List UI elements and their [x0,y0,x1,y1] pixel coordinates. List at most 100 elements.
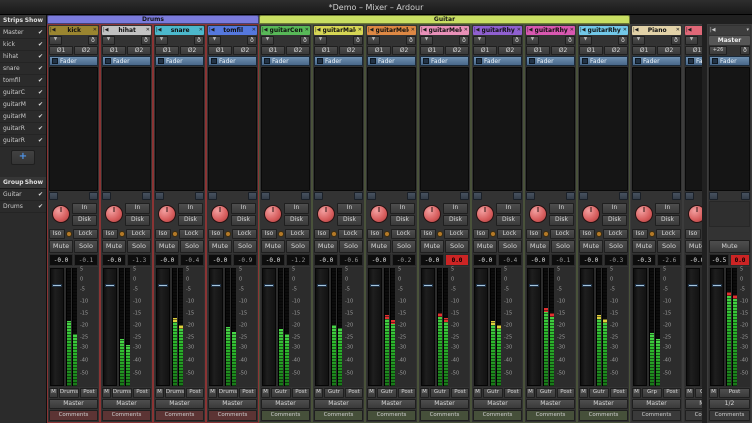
gain-display[interactable]: -0.0 [420,254,444,266]
group-button[interactable]: Drums [59,388,79,398]
input-dropdown[interactable]: ▼ [367,36,380,45]
right-tiny-button[interactable] [460,192,469,200]
gain-fader[interactable] [710,268,724,386]
disk-button[interactable]: Disk [390,215,415,226]
metering-button[interactable]: M [155,388,164,398]
solo-lock-button[interactable]: Lock [550,229,575,239]
group-button[interactable]: Gutr [271,388,291,398]
comments-button[interactable]: Comments [208,410,257,421]
solo-iso-button[interactable]: Iso [208,229,224,239]
gain-display[interactable]: -0.0 [102,254,126,266]
monitor-icon[interactable]: |◀ [526,28,534,33]
right-tiny-button[interactable] [142,192,151,200]
gain-fader[interactable] [103,268,117,386]
pan-knob[interactable] [105,205,123,223]
input-button[interactable]: In [284,203,309,214]
sidebar-strip-row[interactable]: guitarR ✔ [0,123,46,135]
right-tiny-button[interactable] [513,192,522,200]
output-button[interactable]: Master [208,399,257,409]
strip-name-bar[interactable]: |◀ guitarMelody ✕ [367,26,416,35]
show-checkbox[interactable]: ✔ [38,101,43,108]
processor-led[interactable] [635,58,641,64]
gain-display[interactable]: -0.0 [208,254,232,266]
metering-button[interactable]: M [632,388,641,398]
group-button[interactable]: Drums [165,388,185,398]
sidebar-strip-row[interactable]: guitarC ✔ [0,87,46,99]
gain-fader[interactable] [368,268,382,386]
disk-button[interactable]: Disk [178,215,203,226]
phase-invert-2-button[interactable]: Ø2 [339,46,363,55]
fader-handle[interactable] [317,284,327,287]
left-tiny-button[interactable] [261,192,270,200]
fader-processor-button[interactable]: Fader [155,56,204,66]
show-checkbox[interactable]: ✔ [38,77,43,84]
pan-knob[interactable] [476,205,494,223]
solo-iso-button[interactable]: Iso [579,229,595,239]
right-tiny-button[interactable] [89,192,98,200]
fader-handle[interactable] [158,284,168,287]
strip-name[interactable]: guitarMelody 2 [429,27,462,34]
left-tiny-button[interactable] [526,192,535,200]
strip-name[interactable]: hihat [111,27,144,34]
left-tiny-button[interactable] [208,192,217,200]
show-checkbox[interactable]: ✔ [38,137,43,144]
phase-invert-1-button[interactable]: Ø1 [102,46,126,55]
disk-button[interactable]: Disk [284,215,309,226]
left-tiny-button[interactable] [579,192,588,200]
mute-button[interactable]: Mute [526,240,550,253]
strip-name-bar[interactable]: |◀ tomfil ✕ [208,26,257,35]
mute-button[interactable]: Mute [155,240,179,253]
phase-invert-1-button[interactable]: Ø1 [420,46,444,55]
master-name[interactable]: Master [709,37,750,44]
metering-button[interactable]: M [102,388,111,398]
metering-button[interactable]: M [420,388,429,398]
output-button[interactable]: Master [420,399,469,409]
solo-iso-button[interactable]: Iso [155,229,171,239]
fader-processor-button[interactable]: Fader [49,56,98,66]
solo-button[interactable]: Solo [127,240,151,253]
solo-button[interactable]: Solo [498,240,522,253]
pin-management-button[interactable]: ð [247,36,257,45]
show-checkbox[interactable]: ✔ [38,53,43,60]
solo-lock-button[interactable]: Lock [73,229,98,239]
fader-handle[interactable] [105,284,115,287]
group-button[interactable]: Gutr [324,388,344,398]
meter-point-button[interactable]: Post [557,388,575,398]
meter-point-button[interactable]: Post [610,388,628,398]
gain-display[interactable]: -0.3 [632,254,656,266]
mute-button[interactable]: Mute [314,240,338,253]
meter-point-button[interactable]: Post [663,388,681,398]
fader-processor-button[interactable]: Fader [367,56,416,66]
monitor-icon[interactable]: |◀ [261,28,269,33]
output-button[interactable]: Master [102,399,151,409]
phase-invert-2-button[interactable]: Ø2 [604,46,628,55]
peak-display[interactable]: -0.6 [339,254,363,266]
pin-management-button[interactable]: ð [88,36,98,45]
left-tiny-button[interactable] [632,192,641,200]
group-button[interactable]: Gutr [430,388,450,398]
left-tiny-button[interactable] [49,192,58,200]
left-tiny-button[interactable] [155,192,164,200]
disk-button[interactable]: Disk [549,215,574,226]
gain-fader[interactable] [527,268,541,386]
solo-iso-button[interactable]: Iso [49,229,65,239]
monitor-icon[interactable]: |◀ [420,28,428,33]
gain-fader[interactable] [315,268,329,386]
output-button[interactable]: Master [155,399,204,409]
output-button[interactable]: Master [579,399,628,409]
gain-fader[interactable] [50,268,64,386]
comments-button[interactable]: Comments [261,410,310,421]
peak-display[interactable]: -1.3 [127,254,151,266]
gain-display[interactable]: -0.0 [261,254,285,266]
strip-name[interactable]: kick [58,27,91,34]
sidebar-strip-row[interactable]: guitarM ✔ [0,111,46,123]
strip-name[interactable]: guitarMelody [376,27,409,34]
group-button[interactable]: Gutr [589,388,609,398]
gain-display[interactable]: -0.0 [314,254,338,266]
fader-processor-button[interactable]: Fader [102,56,151,66]
input-dropdown[interactable]: ▼ [208,36,221,45]
monitor-icon[interactable]: |◀ [579,28,587,33]
input-button[interactable]: In [337,203,362,214]
metering-button[interactable]: M [526,388,535,398]
gain-fader[interactable] [262,268,276,386]
